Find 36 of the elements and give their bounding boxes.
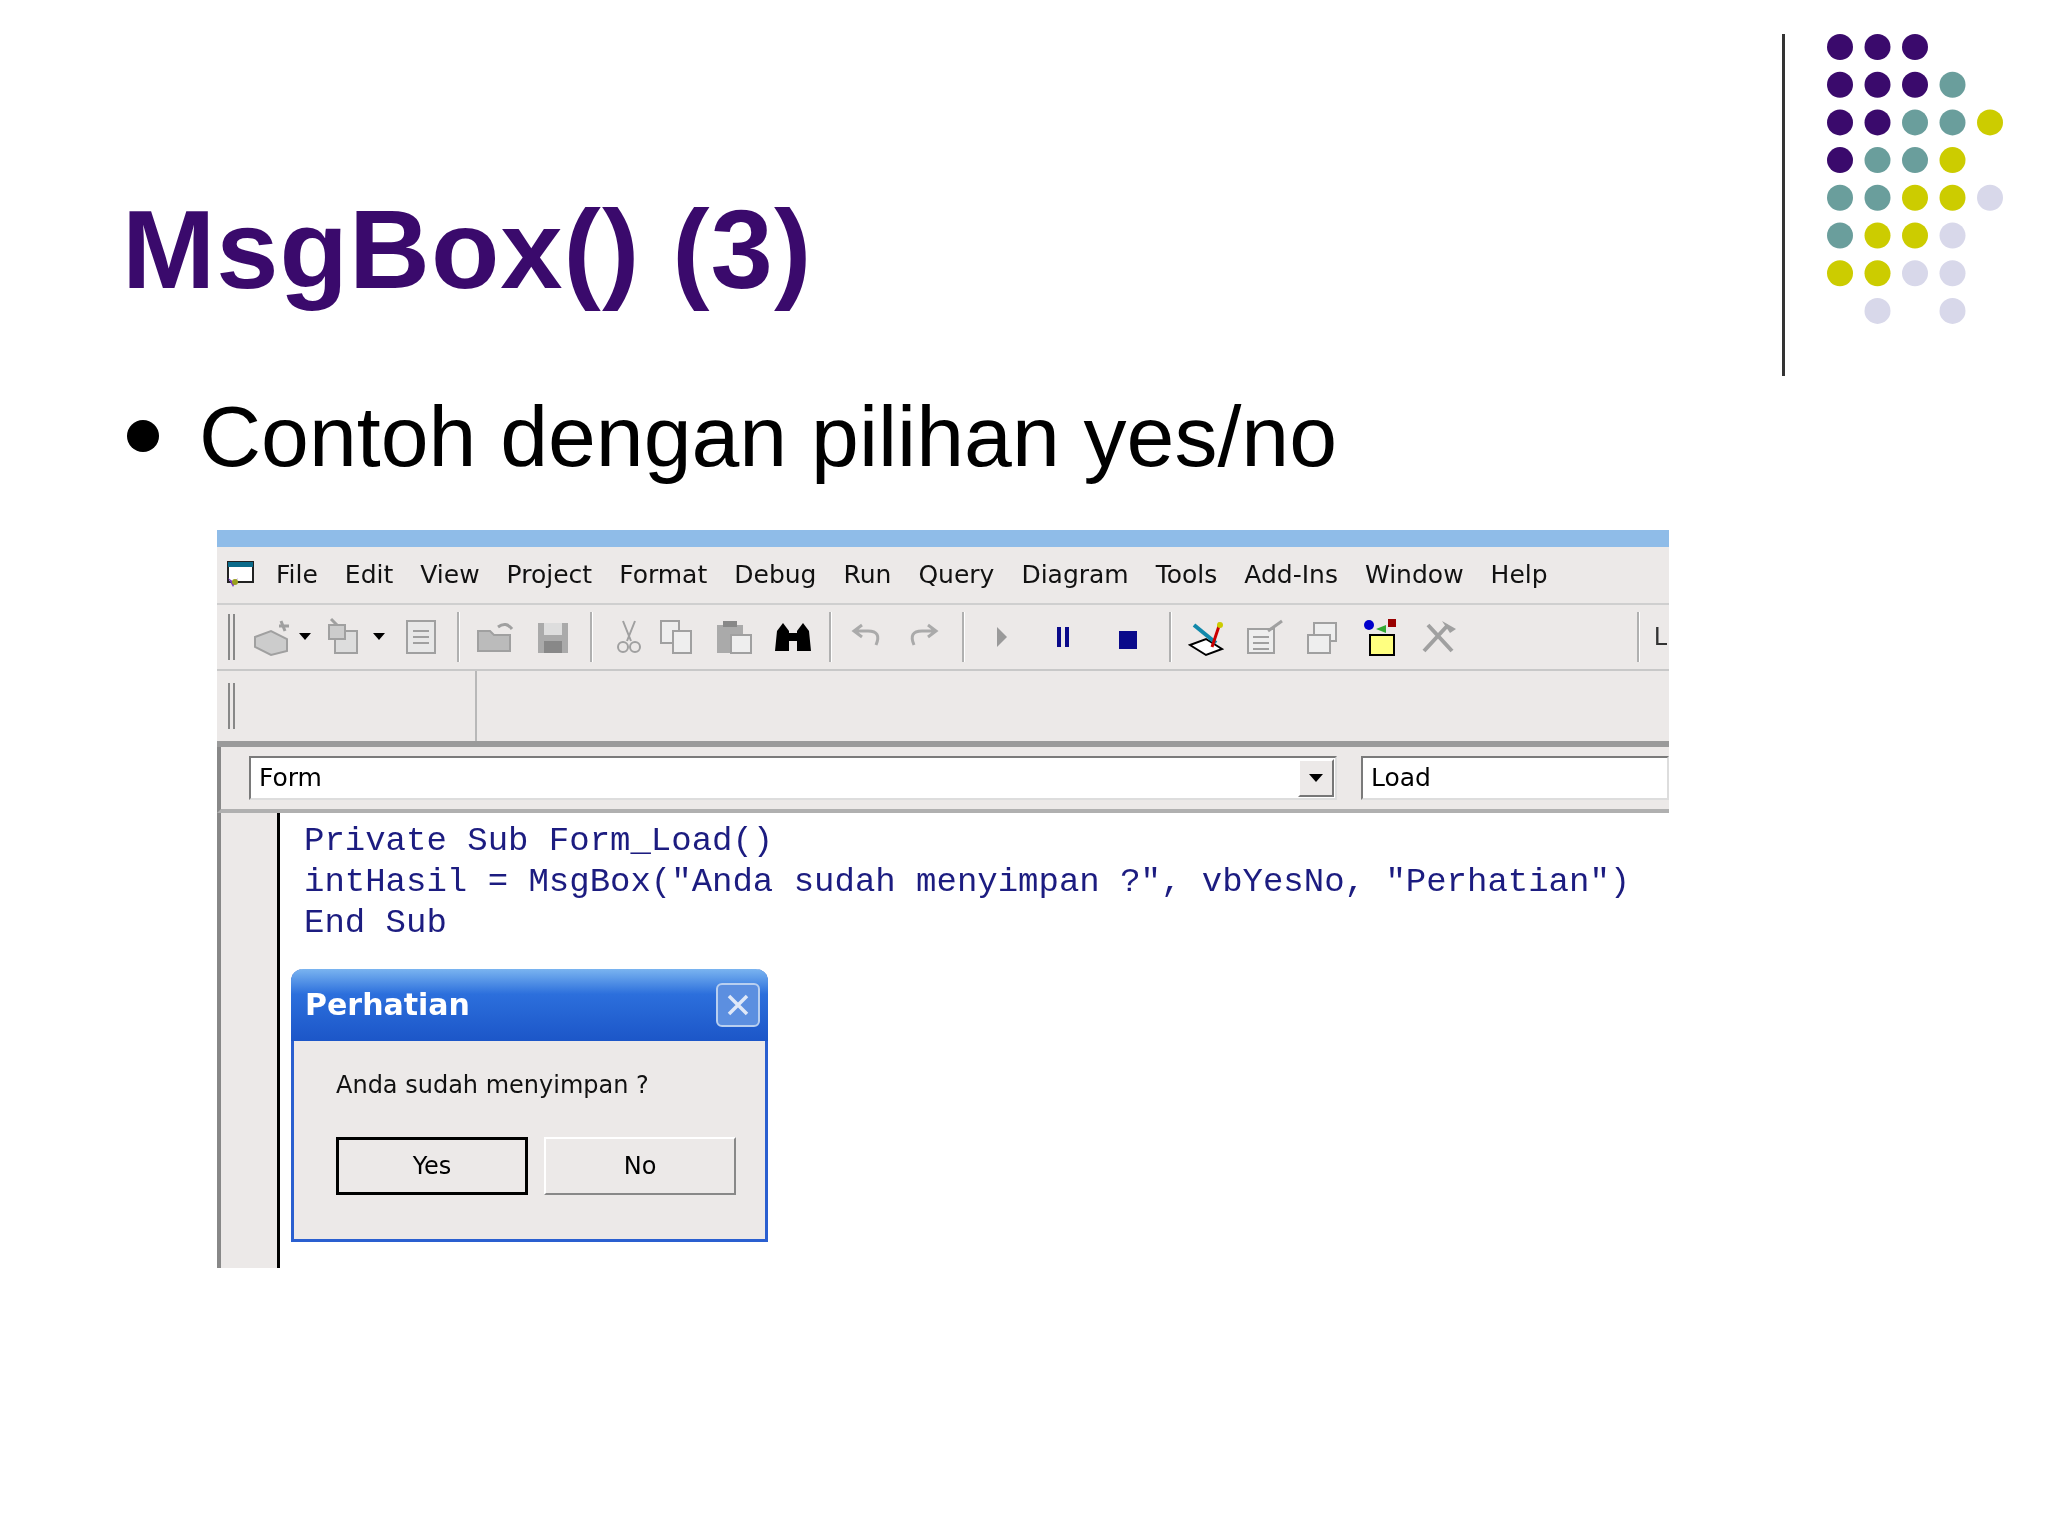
menu-item[interactable]: File (276, 560, 318, 590)
default-button[interactable]: Yes (336, 1136, 528, 1195)
menu-item[interactable]: Edit (344, 560, 394, 590)
menu-item[interactable]: Tools (1155, 560, 1218, 590)
dialog-title: Perhatian (305, 987, 470, 1023)
dropdown-button[interactable] (1298, 758, 1334, 797)
code-line: Private Sub Form_Load() (304, 820, 775, 862)
dropdown-value: Load (1370, 763, 1432, 793)
toolbar-gripper[interactable] (227, 682, 237, 729)
bullet-text: Contoh dengan pilihan yes/no (199, 389, 1337, 484)
dropdown-caret-icon[interactable] (299, 632, 311, 641)
caret-icon (1309, 773, 1323, 782)
menu-item[interactable]: Run (843, 560, 892, 590)
dropdown-value: Form (258, 763, 323, 793)
toolbar-label: L (1653, 622, 1667, 651)
menu-item[interactable]: Debug (734, 560, 817, 590)
dialog-button[interactable]: No (544, 1136, 736, 1195)
menu-item[interactable]: Diagram (1021, 560, 1129, 590)
toolbar-gripper[interactable] (227, 613, 237, 660)
close-icon (726, 992, 750, 1017)
menu-item[interactable]: Format (619, 560, 708, 590)
dropdown-caret-icon[interactable] (373, 632, 385, 641)
code-line: intHasil = MsgBox("Anda sudah menyimpan ?", vbYesNo, "Perhatian") (304, 861, 1632, 903)
bullet-icon (127, 420, 159, 453)
menu-item[interactable]: Window (1365, 560, 1464, 590)
close-button[interactable] (716, 982, 760, 1027)
menu-item[interactable]: Add-Ins (1244, 560, 1338, 590)
menu-item[interactable]: View (420, 560, 480, 590)
object-dropdown[interactable]: Form (249, 755, 1337, 800)
code-line: End Sub (304, 902, 448, 944)
menu-item[interactable]: Query (918, 560, 995, 590)
menu-item[interactable]: Project (506, 560, 593, 590)
menu-item[interactable]: Help (1490, 560, 1548, 590)
procedure-dropdown[interactable]: Load (1361, 755, 1669, 800)
dialog-message: Anda sudah menyimpan ? (336, 1070, 650, 1099)
slide-title: MsgBox() (3) (122, 188, 814, 312)
